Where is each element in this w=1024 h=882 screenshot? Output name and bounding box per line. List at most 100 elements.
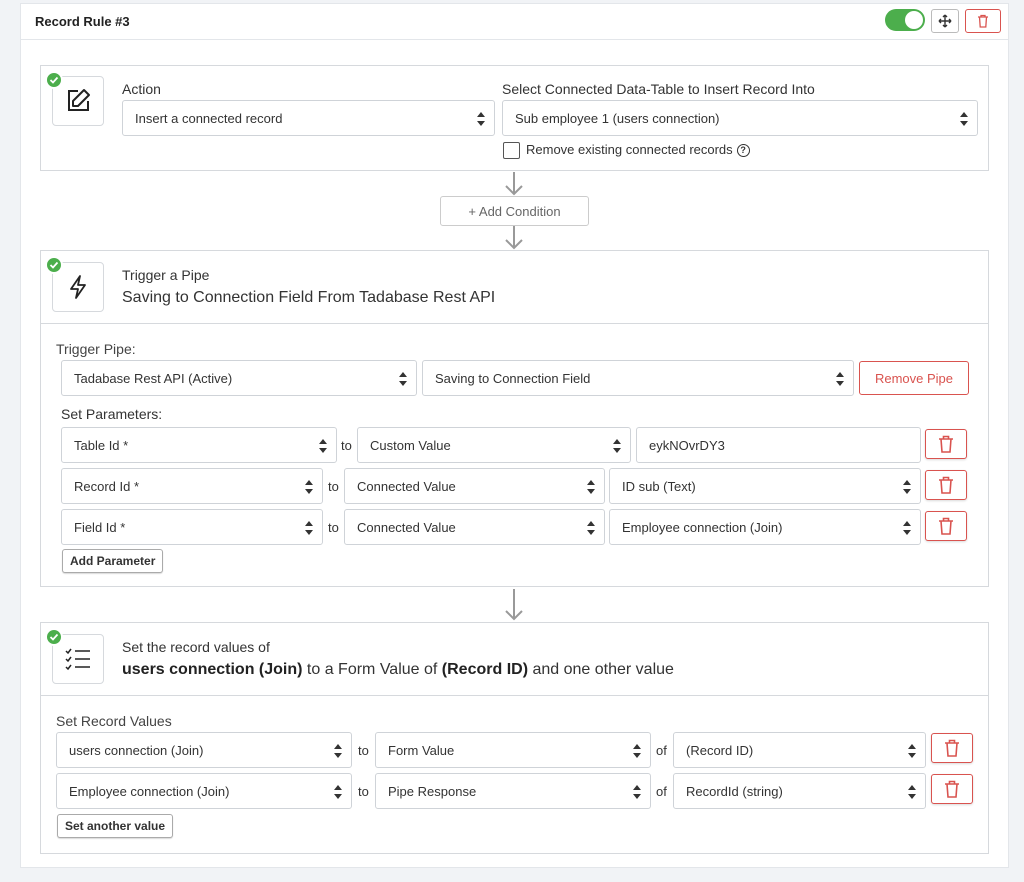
param-name-select[interactable]: Table Id * (61, 427, 337, 463)
select-arrows-icon (587, 480, 595, 494)
param-value-text: eykNOvrDY3 (649, 437, 725, 453)
param-value-select[interactable]: Employee connection (Join) (609, 509, 921, 545)
panel-divider (41, 323, 988, 324)
remove-existing-label: Remove existing connected records? (526, 142, 750, 158)
param-source-select[interactable]: Connected Value (344, 468, 605, 504)
action-select-value: Insert a connected record (135, 110, 283, 126)
param-name-select[interactable]: Field Id * (61, 509, 323, 545)
values-summary: users connection (Join) to a Form Value … (122, 661, 674, 678)
remove-pipe-button[interactable]: Remove Pipe (859, 361, 969, 395)
table-select-value: Sub employee 1 (users connection) (515, 110, 720, 126)
bolt-icon (70, 275, 86, 299)
record-field-select[interactable]: Employee connection (Join) (56, 773, 352, 809)
table-select[interactable]: Sub employee 1 (users connection) (502, 100, 978, 136)
select-arrows-icon (903, 480, 911, 494)
param-name-value: Table Id * (74, 437, 129, 453)
rule-enabled-toggle[interactable] (885, 9, 925, 31)
flow-arrow-icon (505, 172, 523, 196)
param-name-value: Record Id * (74, 478, 140, 494)
delete-value-button[interactable] (931, 733, 973, 763)
record-value-text: RecordId (string) (686, 783, 783, 799)
select-arrows-icon (908, 744, 916, 758)
select-arrows-icon (319, 439, 327, 453)
pipe-heading: Trigger a Pipe (122, 267, 210, 283)
value-of-label: of (656, 743, 667, 758)
record-rule-card: Record Rule #3 Action Insert a connected… (20, 3, 1009, 868)
help-icon[interactable]: ? (736, 144, 750, 158)
status-check-icon (45, 71, 63, 89)
select-arrows-icon (305, 480, 313, 494)
record-field-select[interactable]: users connection (Join) (56, 732, 352, 768)
value-to-label: to (358, 784, 369, 799)
param-to-label: to (341, 438, 352, 453)
move-icon (938, 14, 952, 28)
record-value-text: (Record ID) (686, 742, 754, 758)
record-field-value: users connection (Join) (69, 742, 204, 758)
add-parameter-button[interactable]: Add Parameter (62, 549, 164, 573)
set-another-value-button[interactable]: Set another value (57, 814, 174, 838)
trash-icon (939, 517, 953, 535)
toggle-knob (905, 11, 923, 29)
param-name-select[interactable]: Record Id * (61, 468, 323, 504)
select-arrows-icon (908, 785, 916, 799)
record-source-select[interactable]: Form Value (375, 732, 651, 768)
record-value-select[interactable]: (Record ID) (673, 732, 926, 768)
trash-icon (945, 780, 959, 798)
record-field-value: Employee connection (Join) (69, 783, 230, 799)
action-panel: Action Insert a connected record Select … (40, 65, 989, 171)
set-parameters-label: Set Parameters: (61, 406, 163, 422)
set-record-values-label: Set Record Values (56, 713, 172, 729)
select-arrows-icon (477, 112, 485, 126)
delete-rule-button[interactable] (965, 9, 1001, 33)
status-check-icon (45, 628, 63, 646)
action-select[interactable]: Insert a connected record (122, 100, 495, 136)
record-source-select[interactable]: Pipe Response (375, 773, 651, 809)
delete-param-button[interactable] (925, 470, 967, 500)
remove-existing-checkbox[interactable] (503, 142, 520, 159)
param-value-select[interactable]: ID sub (Text) (609, 468, 921, 504)
param-to-label: to (328, 479, 339, 494)
trash-icon (939, 476, 953, 494)
record-source-value: Form Value (388, 742, 455, 758)
values-heading: Set the record values of (122, 639, 270, 655)
pipe-subheading: Saving to Connection Field From Tadabase… (122, 289, 496, 306)
pipe-function-select[interactable]: Saving to Connection Field (422, 360, 854, 396)
trigger-pipe-label: Trigger Pipe: (56, 341, 136, 357)
move-button[interactable] (931, 9, 959, 33)
pipe-function-value: Saving to Connection Field (435, 370, 591, 386)
select-arrows-icon (305, 521, 313, 535)
select-arrows-icon (836, 372, 844, 386)
rule-title: Record Rule #3 (35, 14, 130, 29)
select-arrows-icon (903, 521, 911, 535)
panel-divider (41, 695, 988, 696)
add-condition-button[interactable]: + Add Condition (440, 196, 589, 226)
param-source-select[interactable]: Connected Value (344, 509, 605, 545)
record-values-panel: Set the record values of users connectio… (40, 622, 989, 854)
select-arrows-icon (399, 372, 407, 386)
select-arrows-icon (633, 744, 641, 758)
trash-icon (945, 739, 959, 757)
value-of-label: of (656, 784, 667, 799)
param-source-value: Connected Value (357, 519, 456, 535)
value-to-label: to (358, 743, 369, 758)
trash-icon (978, 14, 988, 28)
select-arrows-icon (613, 439, 621, 453)
param-value-input[interactable]: eykNOvrDY3 (636, 427, 921, 463)
param-value-text: Employee connection (Join) (622, 519, 783, 535)
pipe-select[interactable]: Tadabase Rest API (Active) (61, 360, 417, 396)
action-label: Action (122, 81, 161, 97)
record-value-select[interactable]: RecordId (string) (673, 773, 926, 809)
select-arrows-icon (334, 785, 342, 799)
delete-value-button[interactable] (931, 774, 973, 804)
param-source-select[interactable]: Custom Value (357, 427, 631, 463)
checklist-icon (65, 648, 90, 671)
delete-param-button[interactable] (925, 429, 967, 459)
select-arrows-icon (587, 521, 595, 535)
select-arrows-icon (960, 112, 968, 126)
delete-param-button[interactable] (925, 511, 967, 541)
pipe-panel: Trigger a Pipe Saving to Connection Fiel… (40, 250, 989, 587)
trash-icon (939, 435, 953, 453)
edit-icon (68, 89, 90, 111)
flow-arrow-icon (505, 589, 523, 621)
param-name-value: Field Id * (74, 519, 126, 535)
